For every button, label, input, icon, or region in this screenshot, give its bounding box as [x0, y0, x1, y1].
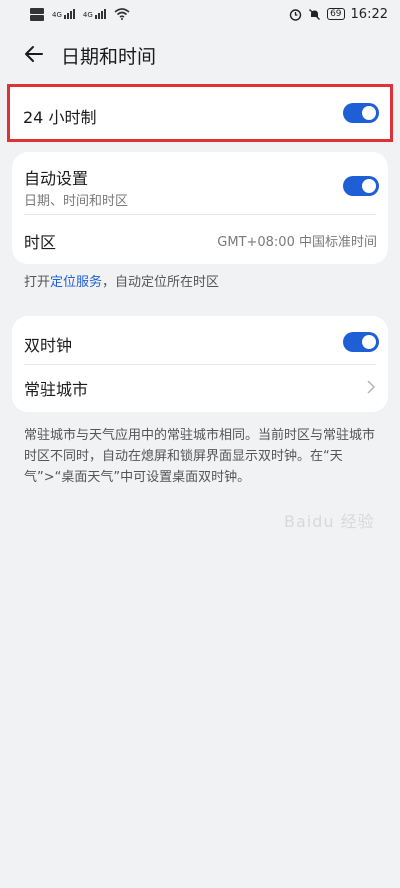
auto-settings-card: 自动设置 日期、时间和时区 时区 GMT+08:00 中国标准时间	[12, 152, 388, 264]
watermark: Baidu 经验	[284, 512, 375, 531]
status-right: 69 16:22	[289, 7, 388, 22]
location-hint-prefix: 打开	[24, 275, 51, 290]
back-arrow-icon[interactable]	[22, 42, 46, 66]
mute-icon	[309, 8, 321, 20]
alarm-icon	[289, 8, 302, 21]
dual-clock-toggle[interactable]	[343, 332, 379, 352]
auto-settings-toggle[interactable]	[343, 176, 379, 196]
page-title: 日期和时间	[61, 46, 157, 68]
wifi-icon	[114, 8, 130, 20]
card-divider	[24, 214, 376, 215]
sim1-network-label: 4G	[52, 11, 62, 19]
sim-card-icon	[30, 7, 44, 21]
timezone-value[interactable]: GMT+08:00 中国标准时间	[217, 231, 377, 250]
home-city-label[interactable]: 常驻城市	[24, 376, 88, 400]
auto-settings-subtitle: 日期、时间和时区	[24, 194, 129, 209]
highlight-frame: 24 小时制	[7, 84, 393, 142]
status-left: 4G 4G	[30, 7, 130, 21]
battery-icon: 69	[327, 8, 345, 20]
location-hint-suffix: ，自动定位所在时区	[102, 275, 220, 290]
auto-settings-label: 自动设置	[24, 169, 89, 188]
status-time: 16:22	[350, 6, 388, 22]
app-header: 日期和时间	[0, 32, 400, 76]
24-hour-format-toggle[interactable]	[343, 103, 379, 123]
location-hint: 打开定位服务，自动定位所在时区	[24, 272, 219, 293]
status-bar: 4G 4G 69 16:22	[0, 0, 400, 28]
signal-icon-2: 4G	[83, 9, 106, 19]
timezone-label[interactable]: 时区	[24, 229, 56, 253]
dual-clock-hint: 常驻城市与天气应用中的常驻城市相同。当前时区与常驻城市时区不同时，自动在熄屏和锁…	[24, 428, 376, 485]
signal-icon: 4G	[52, 9, 75, 19]
chevron-right-icon[interactable]	[366, 379, 376, 395]
sim2-network-label: 4G	[82, 11, 93, 19]
location-service-link[interactable]: 定位服务	[50, 275, 102, 290]
dual-clock-card: 双时钟 常驻城市	[12, 316, 388, 412]
24-hour-format-label: 24 小时制	[23, 108, 97, 127]
dual-clock-label: 双时钟	[24, 336, 73, 355]
card-divider-2	[24, 364, 376, 365]
